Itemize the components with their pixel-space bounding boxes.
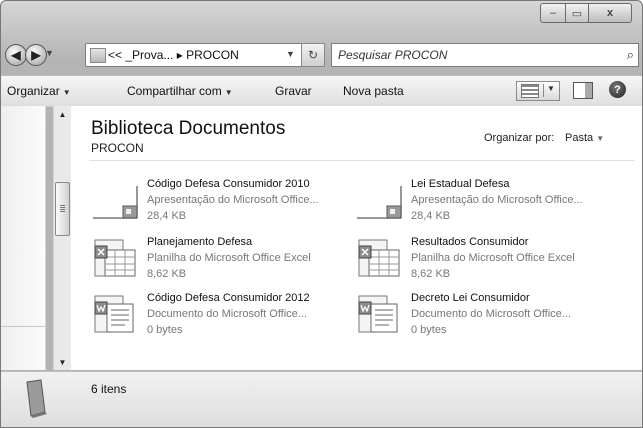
file-type: Documento do Microsoft Office... <box>147 308 307 320</box>
arrange-by-value: Pasta <box>565 132 594 144</box>
file-item[interactable]: Lei Estadual Defesa Apresentação do Micr… <box>355 176 617 232</box>
divider <box>89 160 635 161</box>
chevron-down-icon: ▼ <box>596 134 605 143</box>
library-subtitle: PROCON <box>91 141 144 155</box>
powerpoint-icon <box>93 186 138 219</box>
navigation-bar: ◀ ▶ ▼ << _Prova... ▸ PROCON ▼ ↻ Pesquisa… <box>1 41 642 69</box>
minimize-button[interactable]: – <box>540 3 566 23</box>
new-folder-button[interactable]: Nova pasta <box>343 84 404 98</box>
excel-icon <box>358 239 400 277</box>
command-bar: Organizar ▼ Compartilhar com ▼ Gravar Nova… <box>1 75 642 107</box>
powerpoint-icon <box>357 186 402 219</box>
address-dropdown-icon[interactable]: ▼ <box>286 49 295 59</box>
library-title: Biblioteca Documentos <box>91 118 286 139</box>
chevron-down-icon: ▼ <box>62 88 71 97</box>
word-icon <box>358 295 398 333</box>
divider <box>1 326 45 327</box>
view-separator <box>543 84 544 97</box>
file-item[interactable]: Planejamento Defesa Planilha do Microsof… <box>91 234 353 290</box>
arrange-by-label: Organizar por: <box>484 132 555 144</box>
navigation-pane <box>1 106 46 370</box>
change-view-button[interactable]: ▼ <box>516 81 560 101</box>
preview-pane-icon[interactable] <box>573 82 593 99</box>
details-pane: 6 itens <box>1 371 642 427</box>
file-item[interactable]: Resultados Consumidor Planilha do Micros… <box>355 234 617 290</box>
scroll-up-icon[interactable]: ▲ <box>54 106 71 122</box>
folder-icon <box>90 48 106 63</box>
file-type: Apresentação do Microsoft Office... <box>147 194 319 206</box>
search-box[interactable]: Pesquisar PROCON ⌕ <box>331 43 639 67</box>
search-icon[interactable]: ⌕ <box>627 47 634 63</box>
file-size: 0 bytes <box>411 324 447 336</box>
scroll-thumb[interactable] <box>55 182 70 236</box>
file-type: Documento do Microsoft Office... <box>411 308 571 320</box>
item-count: 6 itens <box>91 382 127 396</box>
grip-icon <box>60 205 65 212</box>
file-type: Planilha do Microsoft Office Excel <box>147 252 311 264</box>
file-item[interactable]: Código Defesa Consumidor 2010 Apresentaç… <box>91 176 353 232</box>
file-name: Decreto Lei Consumidor <box>411 292 530 304</box>
file-list-area: Biblioteca Documentos PROCON Organizar p… <box>71 106 642 370</box>
back-button[interactable]: ◀ <box>5 44 27 66</box>
close-button[interactable]: x <box>589 3 632 23</box>
share-menu[interactable]: Compartilhar com ▼ <box>127 84 233 98</box>
word-icon <box>94 295 134 333</box>
file-type: Planilha do Microsoft Office Excel <box>411 252 575 264</box>
file-name: Código Defesa Consumidor 2010 <box>147 178 310 190</box>
explorer-window: – ▭ x ◀ ▶ ▼ << _Prova... ▸ PROCON ▼ ↻ Pe… <box>0 0 643 428</box>
file-size: 28,4 KB <box>411 210 451 222</box>
address-bar[interactable]: << _Prova... ▸ PROCON ▼ <box>85 43 325 67</box>
scroll-down-icon[interactable]: ▼ <box>54 354 71 370</box>
recent-pages-dropdown-icon[interactable]: ▼ <box>45 48 54 58</box>
file-type: Apresentação do Microsoft Office... <box>411 194 583 206</box>
view-icon <box>521 84 539 98</box>
file-size: 28,4 KB <box>147 210 187 222</box>
library-icon <box>26 379 47 418</box>
arrange-by-dropdown[interactable]: Pasta ▼ <box>565 132 604 144</box>
vertical-scrollbar[interactable]: ▲ ▼ <box>53 106 72 370</box>
share-label: Compartilhar com <box>127 84 222 98</box>
organize-menu[interactable]: Organizar ▼ <box>7 84 71 98</box>
burn-button[interactable]: Gravar <box>275 84 312 98</box>
maximize-button[interactable]: ▭ <box>566 3 589 23</box>
file-item[interactable]: Código Defesa Consumidor 2012 Documento … <box>91 290 353 346</box>
file-name: Resultados Consumidor <box>411 236 529 248</box>
help-icon[interactable]: ? <box>609 81 626 98</box>
file-size: 8,62 KB <box>411 268 451 280</box>
excel-icon <box>94 239 136 277</box>
file-size: 0 bytes <box>147 324 183 336</box>
address-path[interactable]: << _Prova... ▸ PROCON <box>108 48 239 62</box>
file-name: Planejamento Defesa <box>147 236 253 248</box>
forward-button[interactable]: ▶ <box>25 44 47 66</box>
search-input[interactable]: Pesquisar PROCON <box>338 48 447 62</box>
file-size: 8,62 KB <box>147 268 187 280</box>
file-item[interactable]: Decreto Lei Consumidor Documento do Micr… <box>355 290 617 346</box>
chevron-down-icon[interactable]: ▼ <box>547 84 555 93</box>
file-name: Lei Estadual Defesa <box>411 178 510 190</box>
caption-buttons: – ▭ x <box>540 3 632 23</box>
refresh-button[interactable]: ↻ <box>301 43 325 67</box>
organize-label: Organizar <box>7 84 60 98</box>
chevron-down-icon: ▼ <box>224 88 233 97</box>
file-name: Código Defesa Consumidor 2012 <box>147 292 310 304</box>
